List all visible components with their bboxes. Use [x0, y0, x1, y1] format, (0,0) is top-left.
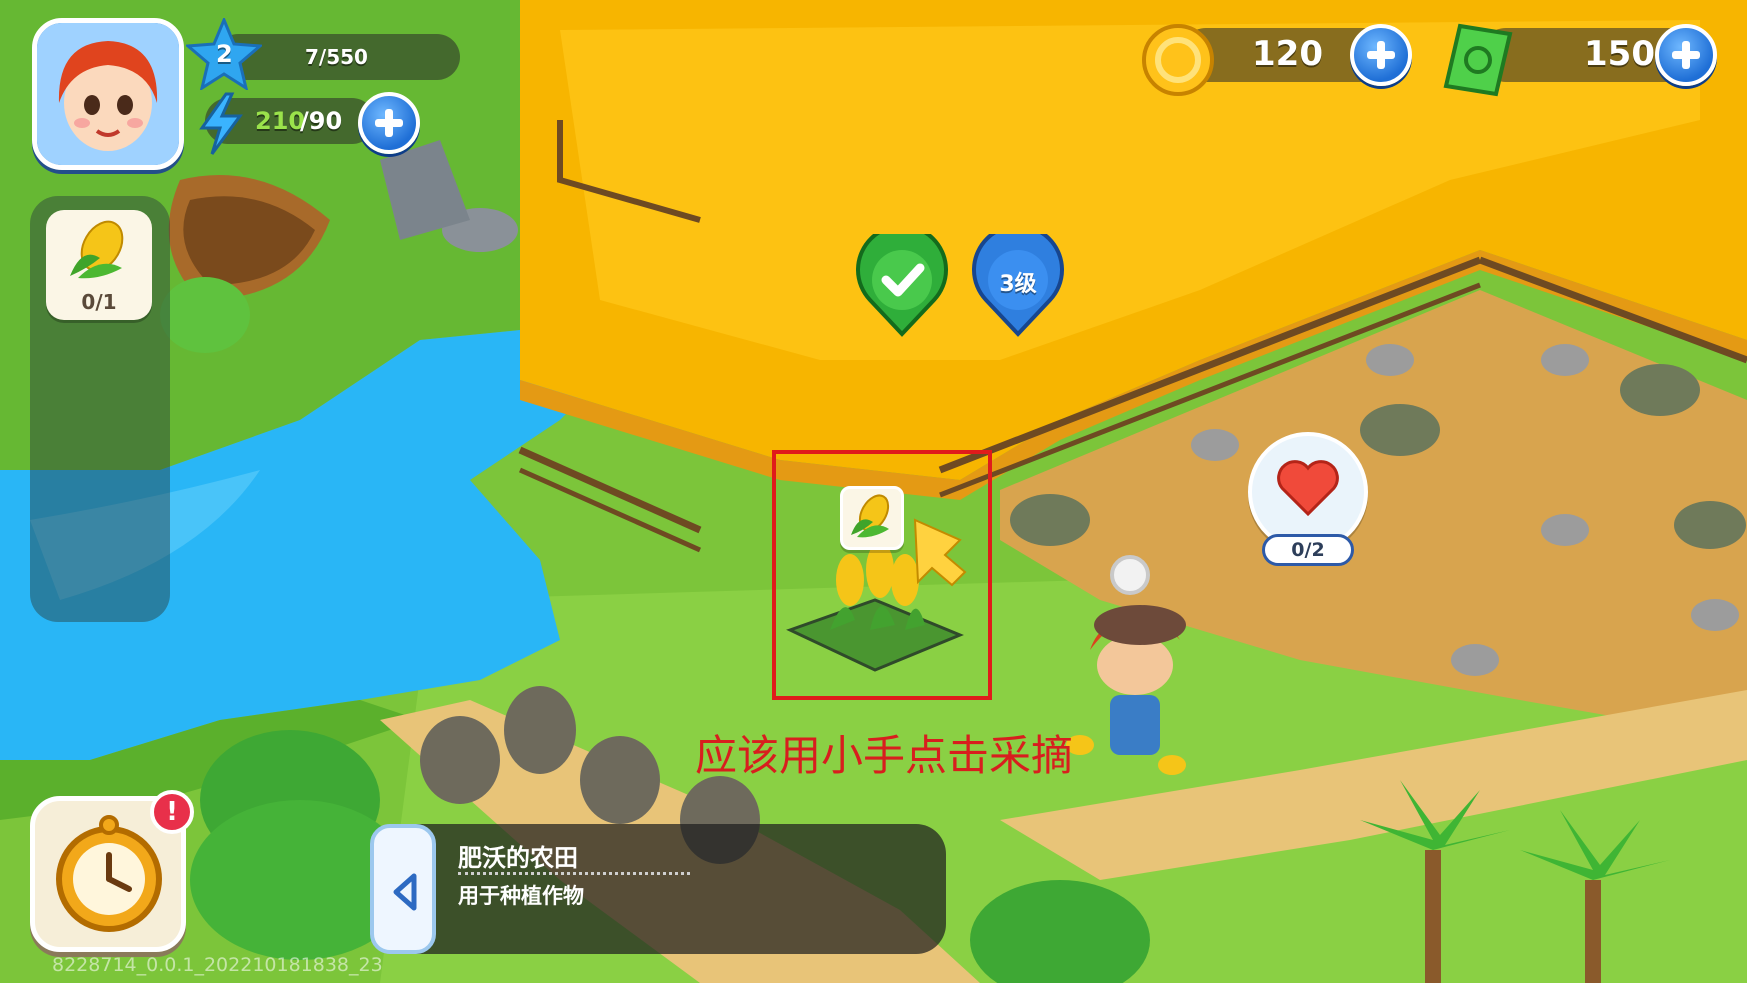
- player-avatar[interactable]: [32, 18, 184, 170]
- instruction-annotation: 应该用小手点击采摘: [695, 731, 1074, 780]
- coin-counter: 120: [1140, 22, 1420, 98]
- cash-counter: 150: [1440, 22, 1730, 98]
- pocket-watch-icon: [56, 815, 162, 932]
- player-hud: 7/550 210 /90 2: [0, 0, 470, 180]
- field-level-text: 3级: [999, 272, 1037, 297]
- heart-icon: [1277, 460, 1339, 516]
- quest-card-corn[interactable]: 0/1: [46, 210, 152, 320]
- build-info: 8228714_0.0.1_202210181838_23: [52, 954, 383, 976]
- heart-progress: 0/2: [1291, 539, 1325, 561]
- info-tooltip: 肥沃的农田 用于种植作物: [370, 824, 946, 954]
- energy-lightning-icon: [199, 92, 243, 155]
- energy-max: /90: [300, 107, 343, 135]
- tooltip-title: 肥沃的农田: [458, 844, 578, 872]
- level-star-icon: 2: [184, 16, 264, 92]
- coin-icon: [1142, 24, 1214, 96]
- tooltip-back-button[interactable]: [370, 824, 436, 954]
- chevron-left-icon: [393, 873, 417, 911]
- add-cash-button[interactable]: [1655, 24, 1717, 86]
- add-coins-button[interactable]: [1350, 24, 1412, 86]
- highlight-box: [772, 450, 992, 700]
- tooltip-divider: [458, 872, 690, 875]
- animal-heart-bubble[interactable]: 0/2: [1248, 432, 1368, 568]
- player-level: 2: [216, 40, 233, 68]
- alert-badge-icon: !: [150, 790, 194, 834]
- tooltip-subtitle: 用于种植作物: [458, 884, 584, 908]
- add-energy-button[interactable]: [358, 92, 420, 154]
- quest-panel: 0/1: [30, 196, 170, 622]
- field-level-badge[interactable]: 3级: [972, 223, 1064, 338]
- xp-text: 7/550: [305, 45, 368, 69]
- corn-icon: [70, 220, 124, 279]
- quest-corn-progress: 0/1: [81, 290, 117, 314]
- heart-progress-pill: 0/2: [1262, 534, 1354, 566]
- coin-amount: 120: [1252, 34, 1323, 74]
- avatar-portrait-icon: [37, 23, 179, 165]
- energy-current: 210: [255, 107, 306, 135]
- cash-amount: 150: [1584, 34, 1655, 74]
- confirm-button[interactable]: [856, 223, 948, 338]
- cash-icon: [1443, 23, 1513, 97]
